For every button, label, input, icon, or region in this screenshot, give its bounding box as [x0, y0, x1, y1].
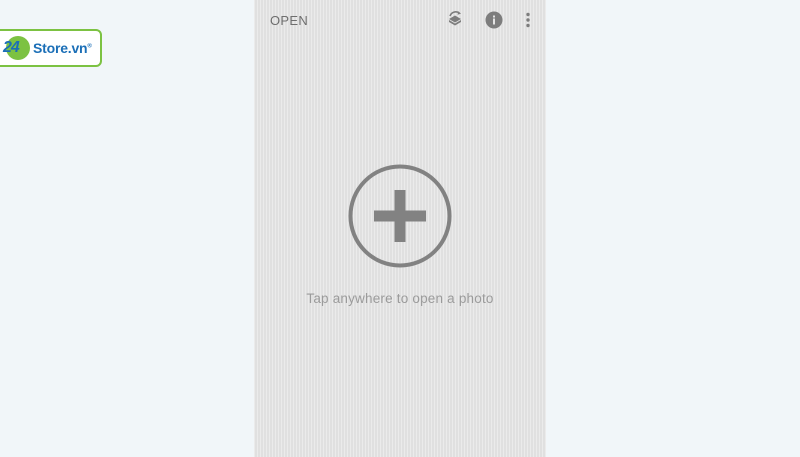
plus-circle-icon[interactable] — [347, 163, 453, 269]
more-vert-icon[interactable] — [518, 10, 538, 30]
info-icon[interactable] — [484, 10, 504, 30]
logo-registered-mark: ® — [87, 43, 92, 50]
open-button[interactable]: OPEN — [270, 13, 308, 28]
logo-name: Store.vn — [33, 40, 88, 56]
open-photo-area[interactable]: Tap anywhere to open a photo — [254, 42, 546, 457]
app-screen: OPEN Tap anywhere to open a photo — [254, 0, 546, 457]
looks-stack-icon[interactable] — [445, 10, 465, 30]
store-logo: 24 Store.vn® — [0, 29, 102, 67]
open-photo-hint: Tap anywhere to open a photo — [306, 291, 494, 306]
logo-text: Store.vn® — [33, 40, 92, 56]
logo-number: 24 — [3, 39, 20, 56]
top-toolbar: OPEN — [254, 0, 546, 42]
logo-badge: 24 — [3, 36, 30, 60]
